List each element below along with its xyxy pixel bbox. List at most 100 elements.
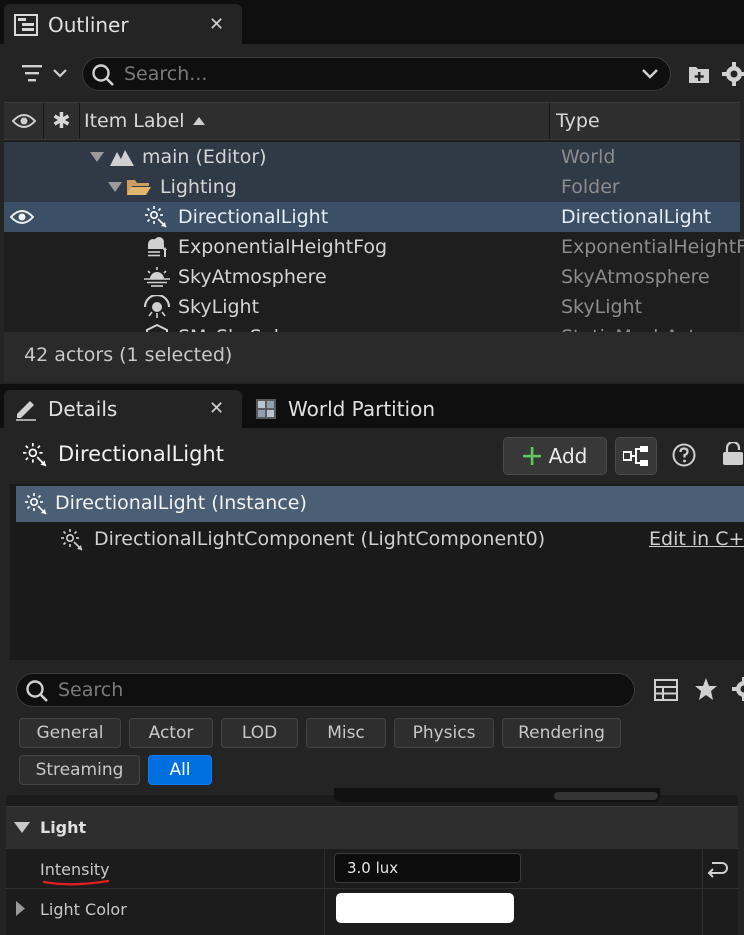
outliner-row-label: SM_SkySphere	[178, 322, 317, 332]
outliner-row-skylight[interactable]: SkyLight SkyLight	[4, 292, 740, 322]
filter-chip-all[interactable]: All	[148, 755, 212, 785]
outliner-row-world[interactable]: main (Editor) World	[4, 142, 740, 172]
component-instance-row[interactable]: DirectionalLight (Instance)	[16, 486, 744, 522]
column-divider	[702, 849, 703, 889]
world-icon	[110, 148, 134, 166]
fog-icon	[144, 236, 170, 258]
sort-ascending-icon	[192, 117, 205, 125]
actor-count-status: 42 actors (1 selected)	[24, 344, 233, 366]
filter-chip-rendering[interactable]: Rendering	[502, 718, 621, 748]
details-search-row: Search	[0, 664, 744, 714]
world-partition-tab[interactable]: World Partition	[246, 390, 744, 428]
outliner-row-type: SkyLight	[561, 296, 643, 318]
search-placeholder: Search...	[124, 63, 208, 85]
help-icon[interactable]	[672, 443, 696, 467]
details-search-input[interactable]: Search	[16, 673, 635, 707]
outliner-tab-title: Outliner	[48, 13, 129, 37]
filter-chip-lod[interactable]: LOD	[221, 718, 298, 748]
directional-light-icon	[144, 205, 168, 229]
blueprint-icon	[623, 446, 649, 466]
filter-chip-misc[interactable]: Misc	[306, 718, 386, 748]
lock-icon[interactable]	[722, 442, 744, 466]
eye-icon[interactable]	[10, 209, 34, 225]
details-header: DirectionalLight Add	[0, 428, 744, 484]
outliner-row-type: StaticMeshActor	[561, 322, 715, 332]
outliner-row-directionallight[interactable]: DirectionalLight DirectionalLight	[4, 202, 740, 232]
outliner-toolbar: Search...	[0, 44, 744, 102]
intensity-value-field[interactable]: 3.0 lux	[334, 853, 521, 883]
outliner-icon	[14, 14, 38, 36]
column-divider	[324, 849, 325, 889]
collapse-arrow-icon[interactable]	[90, 152, 104, 162]
directional-light-icon	[60, 528, 84, 552]
red-underline-annotation	[42, 878, 110, 888]
collapse-arrow-icon[interactable]	[14, 822, 30, 833]
intensity-value: 3.0 lux	[347, 859, 399, 877]
outliner-row-type: DirectionalLight	[561, 206, 712, 228]
static-mesh-icon	[146, 324, 168, 332]
outliner-row-fog[interactable]: ExponentialHeightFog ExponentialHeightFo…	[4, 232, 744, 262]
star-icon[interactable]	[694, 677, 718, 701]
filter-chip-actor[interactable]: Actor	[129, 718, 213, 748]
filter-chip-streaming[interactable]: Streaming	[19, 755, 140, 785]
item-label-column-header[interactable]: Item Label	[80, 103, 550, 139]
filter-chip-general[interactable]: General	[19, 718, 121, 748]
outliner-row-label: main (Editor)	[142, 146, 267, 168]
close-icon[interactable]: ✕	[209, 14, 224, 35]
outliner-row-label: SkyLight	[178, 296, 260, 318]
property-row-light-color: Light Color	[6, 888, 738, 935]
filter-icon[interactable]	[22, 64, 68, 84]
outliner-search-input[interactable]: Search...	[82, 57, 671, 91]
collapse-arrow-icon[interactable]	[108, 182, 122, 192]
outliner-tab[interactable]: Outliner ✕	[4, 4, 242, 46]
folder-icon	[126, 178, 152, 196]
type-header-text: Type	[556, 110, 600, 132]
pencil-icon	[14, 397, 38, 421]
type-column-header[interactable]: Type	[550, 103, 740, 139]
light-section-header[interactable]: Light	[6, 806, 738, 848]
plus-icon	[522, 447, 541, 465]
settings-gear-icon[interactable]	[722, 62, 744, 86]
property-row-intensity: Intensity 3.0 lux	[6, 848, 738, 889]
eye-icon	[11, 113, 36, 129]
outliner-row-label: Lighting	[160, 176, 237, 198]
light-section-title: Light	[40, 818, 87, 837]
pin-column-header[interactable]: ✱	[44, 103, 80, 139]
sky-light-icon	[144, 295, 170, 319]
outliner-row-skysphere[interactable]: SM_SkySphere StaticMeshActor	[4, 322, 740, 332]
add-folder-icon[interactable]	[688, 64, 710, 84]
reset-to-default-icon[interactable]	[706, 859, 728, 879]
expand-arrow-icon[interactable]	[16, 901, 25, 916]
light-color-swatch[interactable]	[336, 893, 514, 923]
close-icon[interactable]: ✕	[209, 398, 224, 419]
add-button-label: Add	[548, 444, 588, 468]
edit-in-cpp-link[interactable]: Edit in C++	[649, 528, 744, 550]
blueprint-button[interactable]	[615, 437, 657, 475]
outliner-row-skyatmosphere[interactable]: SkyAtmosphere SkyAtmosphere	[4, 262, 740, 292]
outliner-row-label: ExponentialHeightFog	[178, 236, 388, 258]
world-partition-icon	[256, 399, 276, 419]
column-divider	[702, 889, 703, 935]
outliner-row-type: SkyAtmosphere	[561, 266, 710, 288]
outliner-row-type: Folder	[561, 176, 620, 198]
item-label-header-text: Item Label	[84, 110, 185, 132]
settings-gear-icon[interactable]	[732, 677, 744, 701]
column-divider	[324, 889, 325, 935]
light-color-label: Light Color	[40, 899, 127, 919]
asterisk-icon: ✱	[52, 108, 71, 134]
chevron-down-icon[interactable]	[642, 69, 658, 79]
component-child-row[interactable]: DirectionalLightComponent (LightComponen…	[16, 524, 744, 556]
search-icon	[25, 679, 49, 703]
scrollbar-thumb[interactable]	[554, 792, 658, 800]
outliner-column-header: ✱ Item Label Type	[4, 102, 740, 140]
outliner-row-label: SkyAtmosphere	[178, 266, 327, 288]
filter-chip-physics[interactable]: Physics	[394, 718, 494, 748]
outliner-row-folder[interactable]: Lighting Folder	[4, 172, 740, 202]
details-tab[interactable]: Details ✕	[4, 390, 242, 428]
add-component-button[interactable]: Add	[503, 437, 607, 475]
search-icon	[91, 63, 115, 87]
table-view-icon[interactable]	[654, 679, 678, 701]
directional-light-icon	[24, 492, 48, 516]
outliner-row-type: World	[561, 146, 616, 168]
visibility-column-header[interactable]	[4, 103, 44, 139]
